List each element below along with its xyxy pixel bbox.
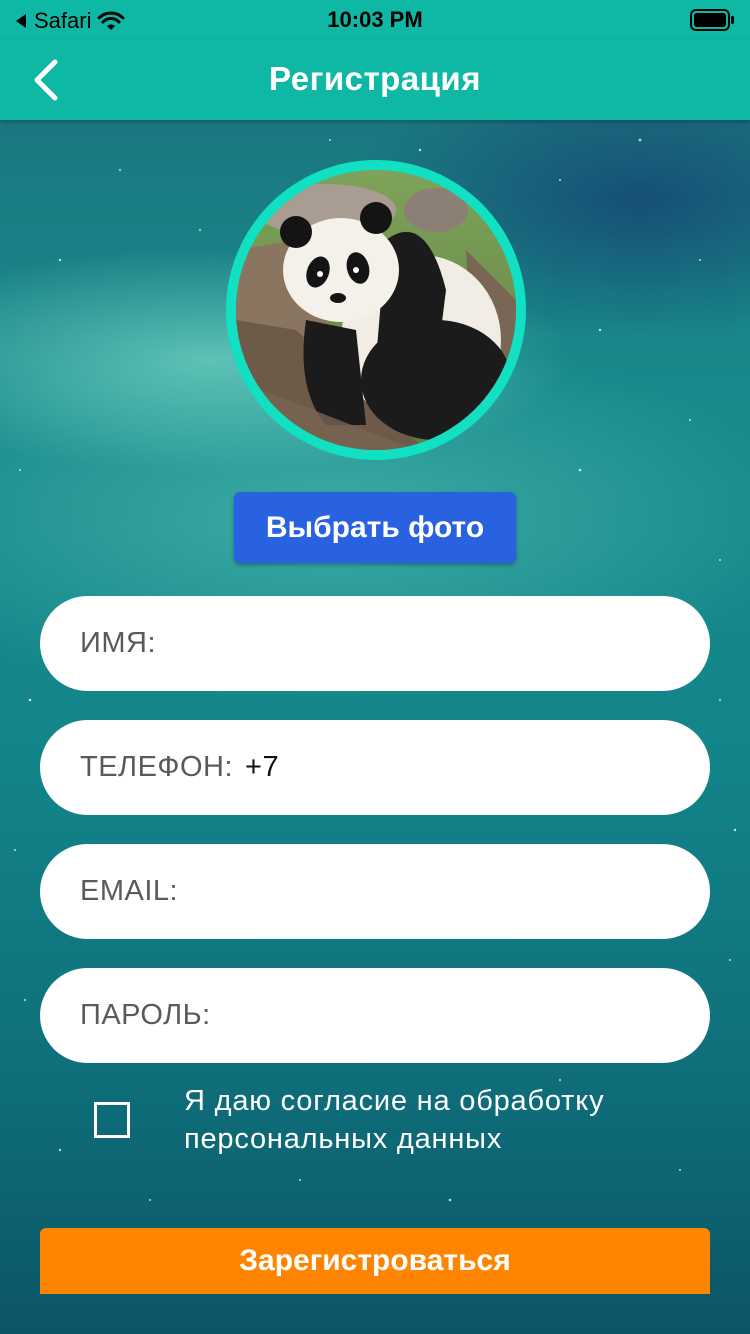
consent-label: Я даю согласие на обработку персональных…: [184, 1085, 605, 1155]
nav-bar: Регистрация: [0, 40, 750, 120]
register-button[interactable]: Зарегистроваться: [40, 1228, 710, 1294]
avatar[interactable]: [226, 160, 526, 460]
phone-field-label: ТЕЛЕФОН:: [80, 751, 234, 783]
phone-field-value[interactable]: +7: [245, 751, 279, 784]
email-field-label: EMAIL:: [80, 875, 179, 907]
name-field-label: ИМЯ:: [80, 627, 157, 659]
page-title: Регистрация: [269, 60, 481, 97]
phone-field[interactable]: ТЕЛЕФОН: +7: [40, 720, 710, 815]
avatar-photo: [236, 170, 516, 450]
password-field[interactable]: ПАРОЛЬ:: [40, 968, 710, 1063]
email-field[interactable]: EMAIL:: [40, 844, 710, 939]
panda-image: [236, 170, 516, 450]
status-time: 10:03 PM: [327, 7, 423, 32]
battery-icon: [690, 9, 736, 37]
password-field-label: ПАРОЛЬ:: [80, 999, 211, 1031]
name-field[interactable]: ИМЯ:: [40, 596, 710, 691]
choose-photo-button[interactable]: Выбрать фото: [234, 492, 516, 563]
status-bar: Safari 10:03 PM: [0, 0, 750, 40]
consent-checkbox[interactable]: [94, 1102, 130, 1138]
